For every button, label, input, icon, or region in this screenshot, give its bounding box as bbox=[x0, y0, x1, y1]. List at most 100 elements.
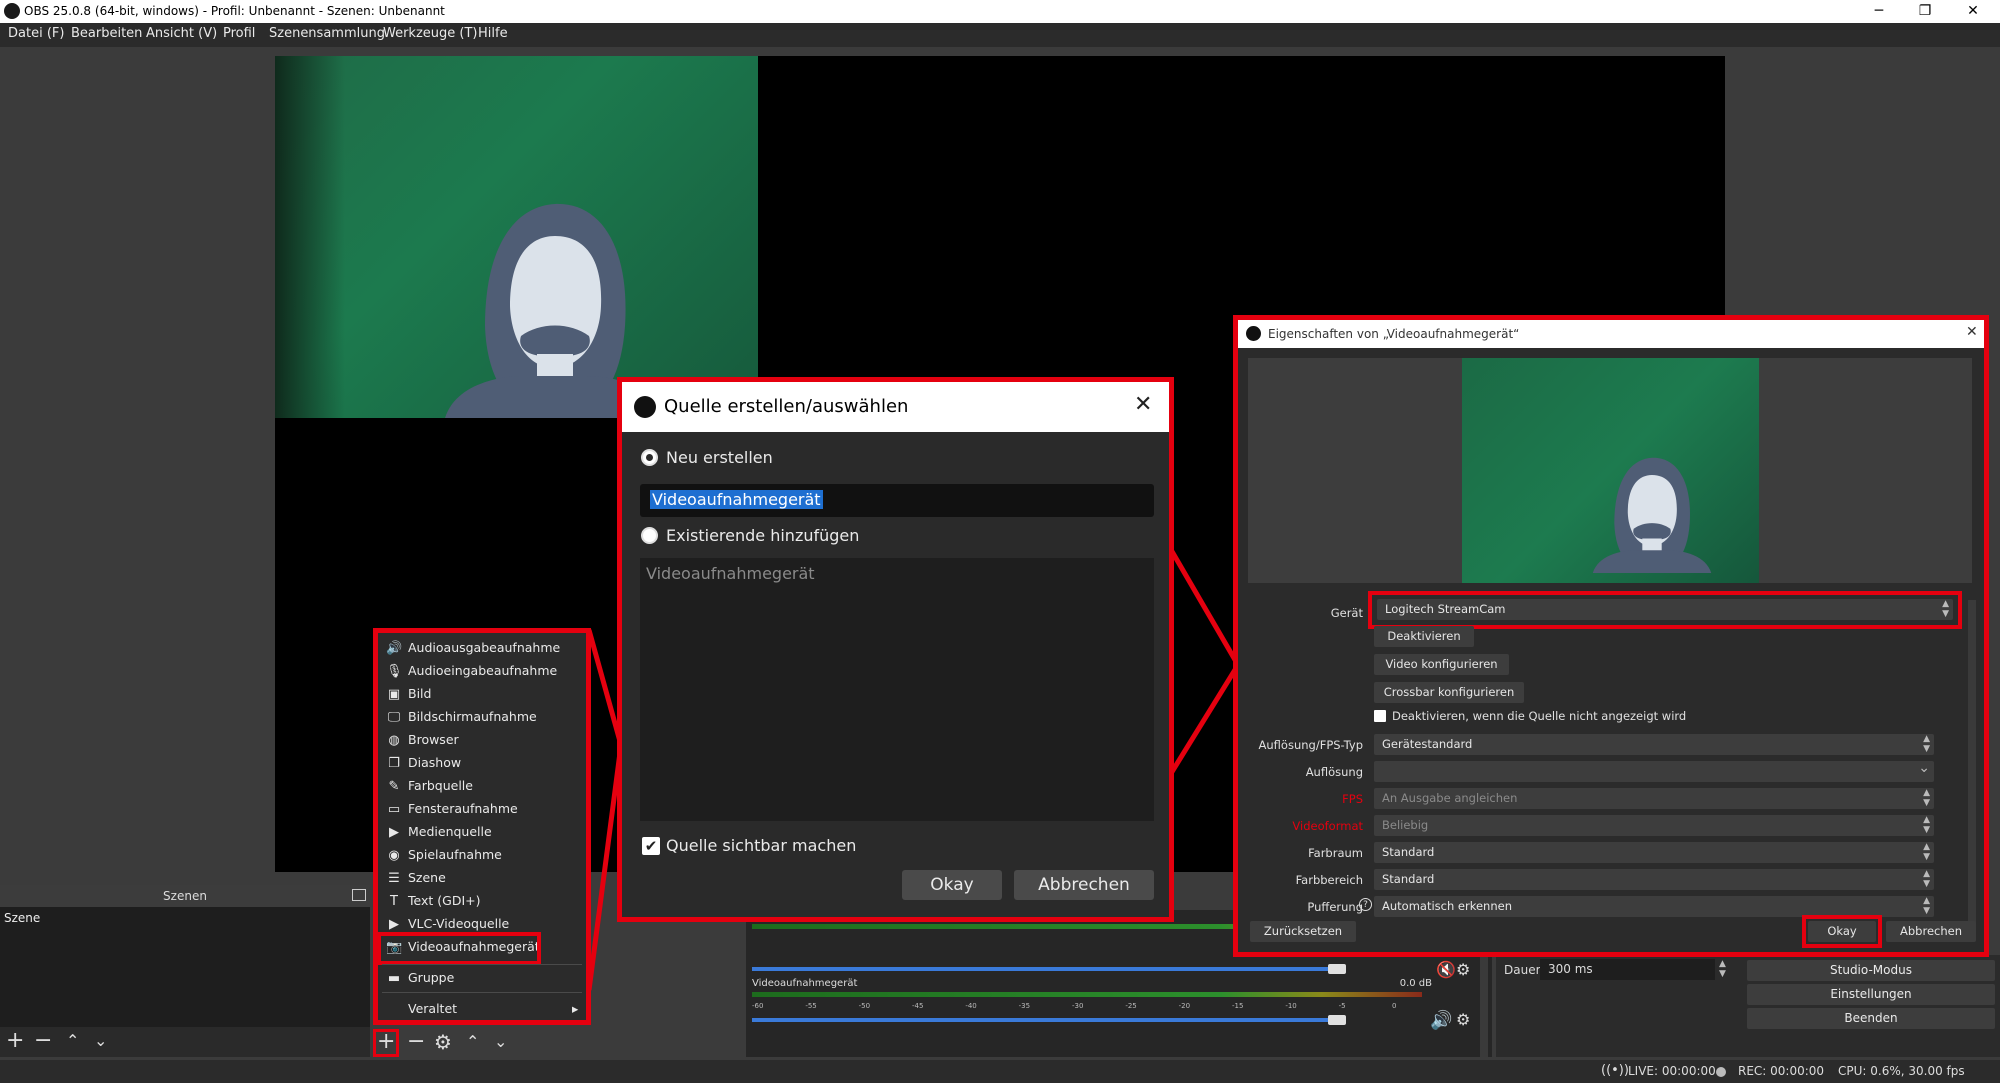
menu-item-label: Szene bbox=[408, 870, 446, 885]
menu-item-label: Farbquelle bbox=[408, 778, 473, 793]
webcam-preview bbox=[1462, 358, 1759, 583]
visible-checkbox-label: Quelle sichtbar machen bbox=[666, 836, 857, 855]
menu-item-window[interactable]: ▭ Fensteraufnahme bbox=[386, 797, 582, 820]
menu-item-slideshow[interactable]: ❐ Diashow bbox=[386, 751, 582, 774]
field-select[interactable]: Automatisch erkennen ▲ ▼ bbox=[1374, 896, 1934, 917]
menu-item-label: Text (GDI+) bbox=[408, 893, 481, 908]
existing-sources-list[interactable]: Videoaufnahmegerät bbox=[640, 558, 1154, 821]
chevron-down-icon: ⌄ bbox=[1918, 760, 1930, 776]
submenu-arrow-icon: ▸ bbox=[572, 1001, 579, 1016]
device-label: Gerät bbox=[1330, 606, 1363, 620]
dialog-title: Eigenschaften von „Videoaufnahmegerät“ bbox=[1268, 327, 1520, 341]
field-value: Automatisch erkennen bbox=[1382, 899, 1512, 913]
menu-item-label: Diashow bbox=[408, 755, 462, 770]
spin-arrows-icon: ▲ ▼ bbox=[1923, 815, 1930, 835]
new-source-radio[interactable] bbox=[641, 449, 658, 466]
dialog-title-bar: Eigenschaften von „Videoaufnahmegerät“ ✕ bbox=[1238, 320, 1984, 348]
help-icon[interactable]: ? bbox=[1359, 898, 1372, 911]
cancel-button[interactable]: Abbrechen bbox=[1014, 870, 1154, 900]
field-value: An Ausgabe angleichen bbox=[1382, 791, 1518, 805]
field-label: Pufferung bbox=[1307, 900, 1363, 914]
spin-arrows-icon: ▲ ▼ bbox=[1923, 734, 1930, 754]
menu-item-play[interactable]: ▶ Medienquelle bbox=[386, 820, 582, 843]
field-value: Beliebig bbox=[1382, 818, 1429, 832]
properties-scrollbar[interactable] bbox=[1968, 600, 1976, 930]
properties-preview bbox=[1248, 358, 1972, 583]
source-name-input[interactable]: Videoaufnahmegerät bbox=[640, 484, 1154, 517]
create-source-dialog: Quelle erstellen/auswählen ✕ Neu erstell… bbox=[617, 377, 1174, 922]
visible-checkbox[interactable]: ✔ bbox=[642, 837, 660, 855]
monitor-icon: 🖵 bbox=[387, 710, 401, 725]
list-icon: ☰ bbox=[388, 871, 400, 886]
field-label: Farbraum bbox=[1308, 846, 1363, 860]
menu-item-speaker[interactable]: 🔊 Audioausgabeaufnahme bbox=[386, 636, 582, 659]
obs-logo-icon bbox=[634, 396, 656, 418]
menu-item-globe[interactable]: ◍ Browser bbox=[386, 728, 582, 751]
field-value: Standard bbox=[1382, 872, 1435, 886]
field-label: FPS bbox=[1342, 792, 1363, 806]
menu-item-label: Bild bbox=[408, 686, 432, 701]
menu-item-label: Fensteraufnahme bbox=[408, 801, 518, 816]
spin-arrows-icon: ▲ ▼ bbox=[1923, 842, 1930, 862]
deactivate-hidden-checkbox[interactable] bbox=[1374, 710, 1386, 722]
field-label: Auflösung/FPS-Typ bbox=[1258, 738, 1363, 752]
menu-item-label: Audioeingabeaufnahme bbox=[408, 663, 558, 678]
field-label: Farbbereich bbox=[1295, 873, 1363, 887]
existing-source-label: Existierende hinzufügen bbox=[666, 526, 860, 545]
menu-item-group[interactable]: ▬ Gruppe bbox=[386, 966, 582, 989]
avatar-illustration bbox=[1592, 457, 1712, 573]
microphone-icon: 🎙 bbox=[386, 664, 403, 679]
gamepad-icon: ◉ bbox=[388, 848, 400, 863]
menu-item-text[interactable]: T Text (GDI+) bbox=[386, 889, 582, 912]
slideshow-icon: ❐ bbox=[388, 756, 400, 771]
menu-item-list[interactable]: ☰ Szene bbox=[386, 866, 582, 889]
dialog-title-bar: Quelle erstellen/auswählen ✕ bbox=[622, 382, 1169, 432]
speaker-icon: 🔊 bbox=[386, 641, 403, 656]
add-source-menu: 🔊 Audioausgabeaufnahme 🎙 Audioeingabeaufnah… bbox=[373, 628, 591, 1025]
menu-item-label: Medienquelle bbox=[408, 824, 492, 839]
menu-item-label: VLC-Videoquelle bbox=[408, 916, 510, 931]
deactivate-button[interactable]: Deaktivieren bbox=[1374, 626, 1474, 647]
field-select[interactable]: Gerätestandard ▲ ▼ bbox=[1374, 734, 1934, 755]
menu-separator bbox=[382, 992, 582, 993]
okay-button[interactable]: Okay bbox=[1808, 921, 1876, 942]
field-select[interactable]: Beliebig ▲ ▼ bbox=[1374, 815, 1934, 836]
device-select[interactable]: Logitech StreamCam ▲ ▼ bbox=[1377, 599, 1953, 620]
menu-item-monitor[interactable]: 🖵 Bildschirmaufnahme bbox=[386, 705, 582, 728]
spin-arrows-icon: ▲ ▼ bbox=[1923, 896, 1930, 916]
window-icon: ▭ bbox=[387, 802, 401, 817]
field-select[interactable]: An Ausgabe angleichen ▲ ▼ bbox=[1374, 788, 1934, 809]
selected-text: Videoaufnahmegerät bbox=[650, 490, 823, 509]
text-icon: T bbox=[390, 894, 398, 909]
field-select[interactable]: Standard ▲ ▼ bbox=[1374, 842, 1934, 863]
existing-source-radio[interactable] bbox=[641, 527, 658, 544]
globe-icon: ◍ bbox=[388, 733, 400, 748]
menu-item-brush[interactable]: ✎ Farbquelle bbox=[386, 774, 582, 797]
spin-arrows-icon: ▲ ▼ bbox=[1923, 788, 1930, 808]
spin-arrows-icon: ▲ ▼ bbox=[1923, 869, 1930, 889]
menu-item-label: Bildschirmaufnahme bbox=[408, 709, 537, 724]
reset-button[interactable]: Zurücksetzen bbox=[1250, 921, 1356, 942]
okay-button[interactable]: Okay bbox=[902, 870, 1002, 900]
menu-item-image[interactable]: ▣ Bild bbox=[386, 682, 582, 705]
close-icon[interactable]: ✕ bbox=[1134, 392, 1152, 417]
folder-icon: ▬ bbox=[387, 971, 401, 986]
menu-item-deprecated[interactable]: Veraltet ▸ bbox=[386, 997, 582, 1020]
menu-item-gamepad[interactable]: ◉ Spielaufnahme bbox=[386, 843, 582, 866]
field-select[interactable]: Standard ▲ ▼ bbox=[1374, 869, 1934, 890]
field-select[interactable]: ⌄ bbox=[1374, 761, 1934, 782]
configure-crossbar-button[interactable]: Crossbar konfigurieren bbox=[1374, 682, 1524, 703]
configure-video-button[interactable]: Video konfigurieren bbox=[1374, 654, 1509, 675]
dialog-title: Quelle erstellen/auswählen bbox=[664, 396, 909, 417]
close-icon[interactable]: ✕ bbox=[1966, 324, 1978, 340]
field-label: Videoformat bbox=[1292, 819, 1363, 833]
selected-item-highlight bbox=[377, 932, 541, 965]
menu-separator bbox=[382, 964, 582, 965]
menu-item-label: Browser bbox=[408, 732, 459, 747]
menu-item-label: Spielaufnahme bbox=[408, 847, 502, 862]
properties-dialog: Eigenschaften von „Videoaufnahmegerät“ ✕… bbox=[1233, 315, 1989, 957]
deactivate-hidden-label: Deaktivieren, wenn die Quelle nicht ange… bbox=[1392, 709, 1687, 723]
field-value: Standard bbox=[1382, 845, 1435, 859]
cancel-button[interactable]: Abbrechen bbox=[1886, 921, 1976, 942]
menu-item-microphone[interactable]: 🎙 Audioeingabeaufnahme bbox=[386, 659, 582, 682]
